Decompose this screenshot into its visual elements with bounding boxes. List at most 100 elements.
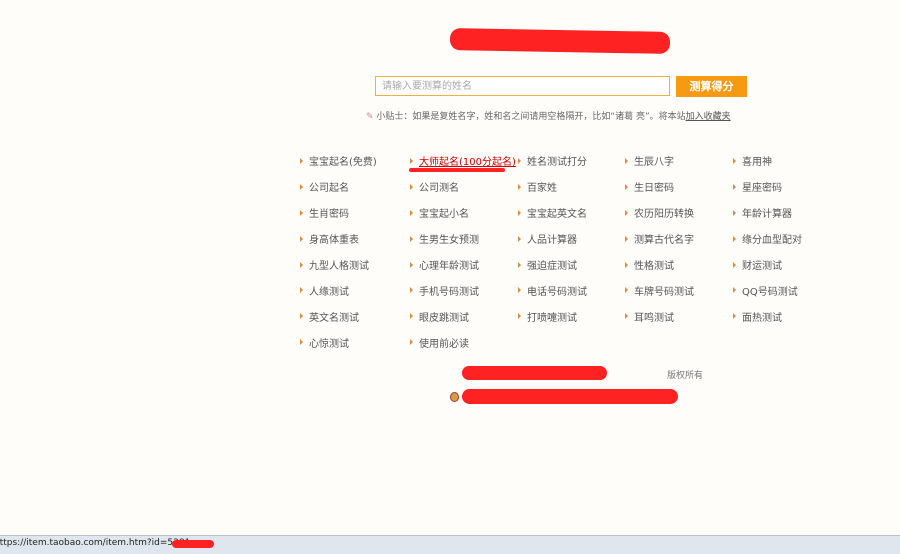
tool-link[interactable]: 面热测试 [733,303,833,329]
tools-link-grid: 宝宝起名(免费) 大师起名(100分起名) 姓名测试打分 生辰八字 喜用神公司起名 公司测… [300,148,833,355]
tool-link[interactable]: 打喷嚏测试 [518,303,625,329]
arrow-icon [300,313,303,320]
tool-link[interactable]: 生辰八字 [625,148,733,174]
tool-link[interactable]: 年龄计算器 [733,200,833,226]
tool-link-label: 生肖密码 [309,209,349,221]
tip-text: ✎ 小贴士：如果是复姓名字，姓和名之间请用空格隔开，比如“诸葛 亮”。将本站加入… [366,109,731,122]
tool-link[interactable]: 手机号码测试 [410,277,518,303]
tool-link-label: 手机号码测试 [419,286,479,298]
tool-link-label: 英文名测试 [309,312,359,324]
tool-link[interactable]: 眼皮跳测试 [410,303,518,329]
tool-link-label: 面热测试 [742,312,782,324]
arrow-icon [518,157,521,164]
arrow-icon [733,313,736,320]
tool-link[interactable]: 公司起名 [300,174,410,200]
tool-link[interactable]: 心理年龄测试 [410,252,518,278]
red-underline-mark [409,168,505,172]
tool-link[interactable]: 宝宝起小名 [410,200,518,226]
tool-link-label: 生日密码 [634,183,674,195]
arrow-icon [300,157,303,164]
tool-link[interactable]: 电话号码测试 [518,277,625,303]
tool-link[interactable]: 星座密码 [733,174,833,200]
tool-link-label: 喜用神 [742,157,772,169]
calculate-score-button[interactable]: 测算得分 [676,76,747,97]
tool-link-label: 百家姓 [527,183,557,195]
police-badge-icon [450,392,459,402]
tool-link-label: 大师起名(100分起名) [419,157,516,169]
tool-link[interactable]: 心惊测试 [300,329,410,355]
tool-link-label: 车牌号码测试 [634,286,694,298]
arrow-icon [625,209,628,216]
browser-status-bar: https://item.taobao.com/item.htm?id=5381 [0,535,900,554]
tool-link[interactable]: 人品计算器 [518,226,625,252]
tool-link[interactable]: 强迫症测试 [518,252,625,278]
arrow-icon [733,183,736,190]
tool-link[interactable]: 耳鸣测试 [625,303,733,329]
arrow-icon [410,287,413,294]
arrow-icon [518,235,521,242]
arrow-icon [625,235,628,242]
tool-link-label: 心惊测试 [309,338,349,350]
tool-link-label: 宝宝起名(免费) [309,157,377,169]
tool-link[interactable]: 性格测试 [625,252,733,278]
pencil-icon: ✎ [366,112,374,122]
arrow-icon [625,287,628,294]
arrow-icon [518,261,521,268]
arrow-icon [300,261,303,268]
arrow-icon [410,261,413,268]
tool-link-label: 年龄计算器 [742,209,792,221]
tool-link[interactable]: 姓名测试打分 [518,148,625,174]
tool-link[interactable]: 英文名测试 [300,303,410,329]
tool-link-label: 使用前必读 [419,338,469,350]
tool-link[interactable]: 生男生女预测 [410,226,518,252]
tool-link-label: 身高体重表 [309,235,359,247]
tool-link-label: 人缘测试 [309,286,349,298]
tool-link[interactable]: 九型人格测试 [300,252,410,278]
arrow-icon [625,261,628,268]
tool-link[interactable]: 农历阳历转换 [625,200,733,226]
tool-link-label: 打喷嚏测试 [527,312,577,324]
arrow-icon [733,235,736,242]
tool-link[interactable]: 宝宝起名(免费) [300,148,410,174]
arrow-icon [625,157,628,164]
tool-link[interactable]: 喜用神 [733,148,833,174]
tool-link[interactable]: 人缘测试 [300,277,410,303]
arrow-icon [625,183,628,190]
tool-link[interactable]: 生肖密码 [300,200,410,226]
tool-link[interactable]: 身高体重表 [300,226,410,252]
arrow-icon [518,313,521,320]
arrow-icon [300,235,303,242]
tool-link[interactable]: QQ号码测试 [733,277,833,303]
tool-link[interactable]: 测算古代名字 [625,226,733,252]
tool-link-label: 性格测试 [634,261,674,272]
tool-link[interactable]: 财运测试 [733,252,833,278]
tool-link-label: 宝宝起小名 [419,209,469,221]
tool-link-label: 人品计算器 [527,235,577,247]
arrow-icon [733,261,736,268]
arrow-icon [518,183,521,190]
tool-link-label: 电话号码测试 [527,286,587,298]
name-search-input[interactable] [375,76,670,96]
arrow-icon [410,339,413,346]
arrow-icon [518,287,521,294]
tool-link-label: QQ号码测试 [742,286,798,298]
arrow-icon [300,339,303,346]
redacted-footer-name [462,366,607,380]
tool-link[interactable]: 百家姓 [518,174,625,200]
tool-link[interactable]: 使用前必读 [410,329,518,355]
tool-link-label: 生男生女预测 [419,235,479,247]
tool-link[interactable]: 公司测名 [410,174,518,200]
arrow-icon [300,287,303,294]
tool-link-label: 公司起名 [309,183,349,195]
add-favorite-link[interactable]: 加入收藏夹 [686,112,731,122]
tool-link[interactable]: 宝宝起英文名 [518,200,625,226]
tool-link[interactable]: 缘分血型配对 [733,226,833,252]
tool-link-label: 眼皮跳测试 [419,312,469,324]
tool-link[interactable]: 生日密码 [625,174,733,200]
arrow-icon [300,183,303,190]
tool-link-label: 心理年龄测试 [419,261,479,272]
tool-link[interactable]: 车牌号码测试 [625,277,733,303]
arrow-icon [518,209,521,216]
copyright-label: 版权所有 [667,371,704,381]
tool-link-label: 宝宝起英文名 [527,209,587,221]
